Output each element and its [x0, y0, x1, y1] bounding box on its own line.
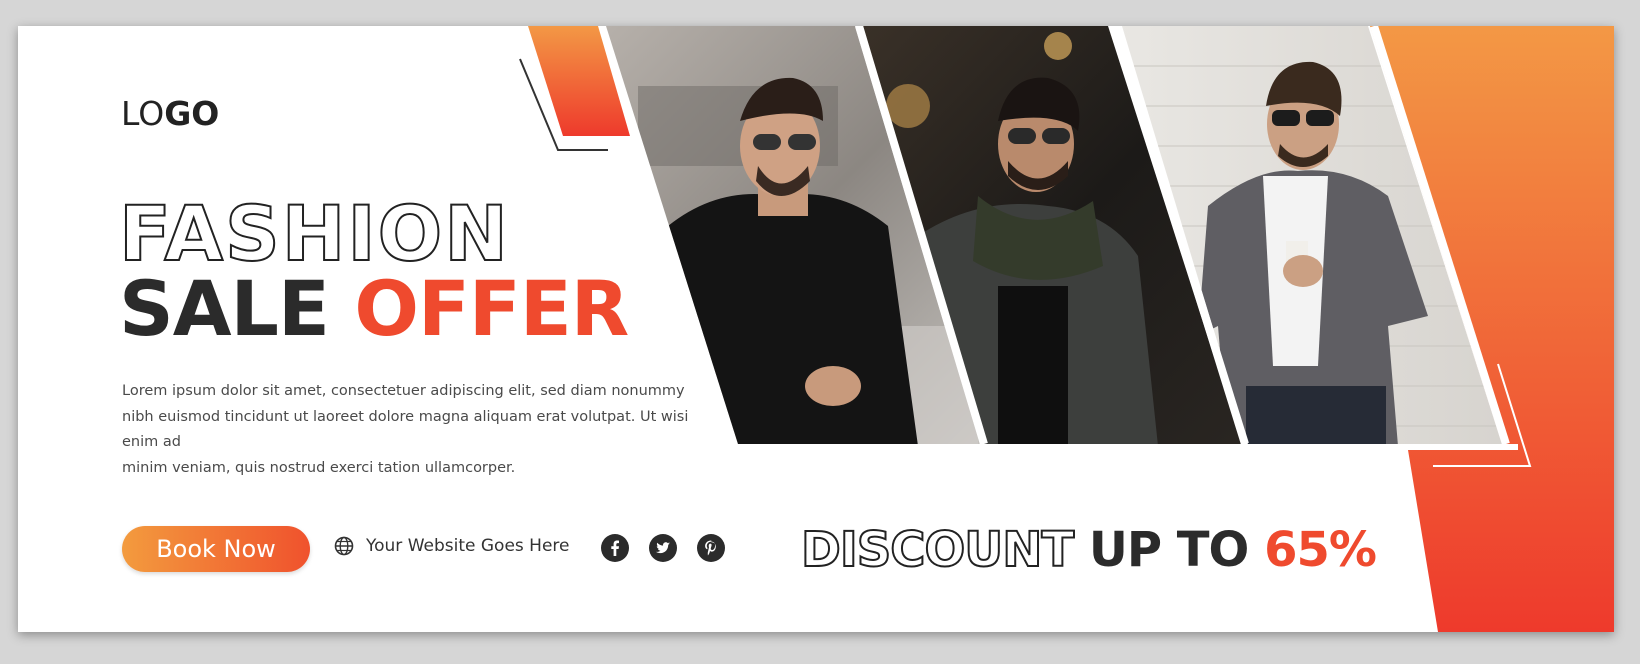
description-line-2: nibh euismod tincidunt ut laoreet dolore…: [122, 408, 689, 451]
logo-bold-text: GO: [164, 94, 220, 133]
discount-percent: 65%: [1264, 522, 1377, 578]
headline-line-2: SALE OFFER: [119, 270, 629, 348]
description-text: Lorem ipsum dolor sit amet, consectetuer…: [122, 379, 712, 481]
headline-line-1: FASHION: [118, 189, 510, 278]
website-text: Your Website Goes Here: [366, 536, 570, 556]
globe-icon: [334, 536, 354, 556]
pinterest-icon[interactable]: [697, 534, 725, 562]
brand-logo: LOGO: [121, 94, 219, 133]
discount-text: DISCOUNT UP TO 65%: [800, 521, 1377, 579]
logo-light-text: LO: [121, 94, 165, 133]
banner: LOGO FASHION SALE OFFER Lorem ipsum dolo…: [18, 26, 1614, 632]
headline-offer: OFFER: [354, 264, 629, 353]
discount-word: DISCOUNT: [800, 521, 1075, 579]
description-line-3: minim veniam, quis nostrud exerci tation…: [122, 459, 516, 476]
book-now-button[interactable]: Book Now: [122, 526, 310, 572]
description-line-1: Lorem ipsum dolor sit amet, consectetuer…: [122, 383, 685, 399]
facebook-icon[interactable]: [601, 534, 629, 562]
headline-sale: SALE: [119, 264, 330, 353]
discount-up-to: UP TO: [1088, 522, 1249, 578]
website-link[interactable]: Your Website Goes Here: [334, 536, 569, 556]
twitter-icon[interactable]: [649, 534, 677, 562]
